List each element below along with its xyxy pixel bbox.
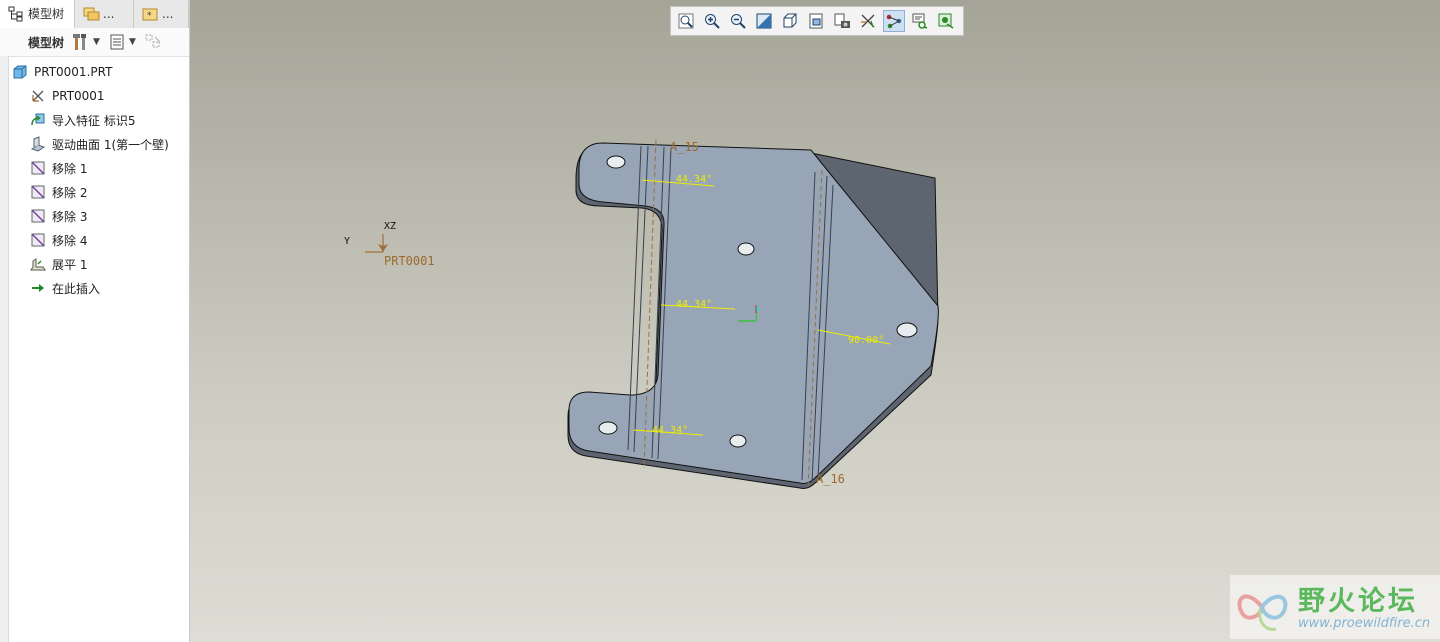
zoom-in-icon[interactable] [701,10,723,32]
show-options-icon[interactable] [106,31,128,53]
tab-folder-browser[interactable]: ... [75,0,134,28]
dimension-middle[interactable]: 44.34° [676,299,712,310]
tree-item-label: 展平 1 [52,257,88,272]
graphics-window[interactable]: A_15 A_16 44.34° 44.34° 44.34° 90.00° Y … [190,0,1440,642]
tree-item-csys[interactable]: PRT0001 [10,84,188,108]
tree-root-item[interactable]: PRT0001.PRT [10,60,188,84]
model-tree-panel: 模型树 ... * ... 模型树 ▼ ▼ PRT0001.PRT PRT000… [0,0,190,642]
remove-icon [30,184,46,200]
tree-item-label: 移除 2 [52,185,88,200]
tree-item-flatten-1[interactable]: 展平 1 [10,252,188,276]
import-feature-icon [30,112,46,128]
saved-views-icon[interactable] [805,10,827,32]
dimension-bottom[interactable]: 44.34° [652,425,688,436]
zoom-out-icon[interactable] [727,10,749,32]
tab-label: 模型树 [28,7,65,21]
tree-item-remove-3[interactable]: 移除 3 [10,204,188,228]
panel-sash[interactable] [0,56,9,642]
forum-watermark: 野火论坛 www.proewildfire.cn [1230,575,1440,639]
remove-icon [30,232,46,248]
csys-icon [30,88,46,104]
settings-dropdown-icon[interactable]: ▼ [93,37,100,47]
spin-center-icon[interactable] [883,10,905,32]
tree-item-driving-surface[interactable]: 驱动曲面 1(第一个壁) [10,132,188,156]
hole [606,155,626,169]
model-tree-icon [8,6,24,22]
model-view [365,139,939,489]
tree-item-remove-2[interactable]: 移除 2 [10,180,188,204]
show-dropdown-icon[interactable]: ▼ [129,37,136,47]
watermark-url: www.proewildfire.cn [1298,616,1431,631]
folder-browser-icon [83,6,100,22]
svg-text:*: * [147,11,152,21]
tab-model-tree[interactable]: 模型树 [0,0,75,28]
forum-logo-icon [1237,594,1288,631]
driving-surface-icon [30,136,46,152]
tree-item-insert-here[interactable]: 在此插入 [10,276,188,300]
flatten-icon [30,256,46,272]
tree-item-remove-4[interactable]: 移除 4 [10,228,188,252]
remove-icon [30,208,46,224]
tree-filter-icon[interactable] [142,31,164,53]
tree-item-label: PRT0001 [52,89,105,103]
part-csys-origin [754,306,760,312]
view-toolbar [670,6,964,36]
csys-axis-y-label: Y [344,236,351,247]
tree-item-remove-1[interactable]: 移除 1 [10,156,188,180]
tree-item-import-feature[interactable]: 导入特征 标识5 [10,108,188,132]
model-tree-toolbar: 模型树 ▼ ▼ [0,28,189,57]
hole [729,434,747,448]
tab-favorites[interactable]: * ... [134,0,189,28]
settings-tools-icon[interactable] [70,31,92,53]
tree-item-label: 在此插入 [52,281,101,296]
dimension-right[interactable]: 90.00° [848,335,884,346]
refit-icon[interactable] [675,10,697,32]
tab-label: ... [162,7,174,21]
datum-label-a16: A_16 [816,472,845,486]
tree-item-label: PRT0001.PRT [34,65,113,79]
hole [896,322,918,338]
model-tree: PRT0001.PRT PRT0001 导入特征 标识5 驱动曲面 1(第一个壁… [10,60,188,300]
csys-name-label: PRT0001 [384,254,435,268]
hole [598,421,618,435]
tree-item-label: 移除 3 [52,209,88,224]
watermark-title: 野火论坛 [1298,586,1418,617]
remove-icon [30,160,46,176]
model-tree-title: 模型树 [28,35,65,50]
annotation-display-icon[interactable] [909,10,931,32]
tab-label: ... [103,7,115,21]
panel-tabs: 模型树 ... * ... [0,0,189,29]
datum-display-icon[interactable] [857,10,879,32]
appearance-icon[interactable] [935,10,957,32]
tree-item-label: 导入特征 标识5 [52,113,136,128]
tree-item-label: 移除 1 [52,161,88,176]
csys-axis-xz-label: XZ [384,221,397,232]
favorites-folder-icon: * [142,6,158,22]
insert-here-arrow-icon [30,280,46,296]
part-icon [12,64,28,80]
hole [737,242,755,256]
view-manager-icon[interactable] [831,10,853,32]
dimension-top[interactable]: 44.34° [676,174,712,185]
display-style-icon[interactable] [779,10,801,32]
datum-label-a15: A_15 [670,140,699,154]
repaint-icon[interactable] [753,10,775,32]
tree-item-label: 移除 4 [52,233,88,248]
tree-item-label: 驱动曲面 1(第一个壁) [52,137,169,152]
